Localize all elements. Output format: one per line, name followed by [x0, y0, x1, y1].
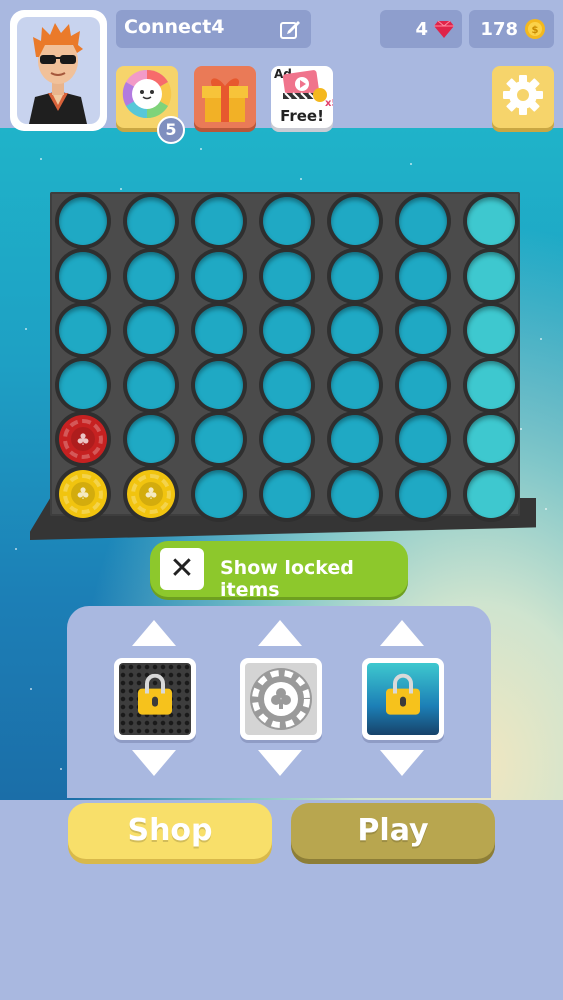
- board-slot[interactable]: [399, 415, 447, 463]
- player-name-box[interactable]: Connect4: [116, 10, 311, 48]
- star: [40, 158, 42, 160]
- show-locked-items-label: Show locked items: [220, 557, 354, 601]
- gems-counter[interactable]: 4: [380, 10, 462, 48]
- board-slot[interactable]: [263, 469, 311, 518]
- gift-button[interactable]: [194, 66, 256, 128]
- board-slot[interactable]: [331, 306, 379, 354]
- star: [410, 163, 412, 165]
- board-slot[interactable]: [467, 360, 515, 409]
- board-slot[interactable]: [399, 251, 447, 300]
- coin-icon: $: [525, 19, 545, 39]
- gear-icon: [503, 75, 543, 115]
- player-avatar[interactable]: [10, 10, 107, 131]
- board-slot[interactable]: [331, 360, 379, 409]
- club-icon: ♣: [139, 481, 163, 506]
- star: [60, 768, 62, 770]
- coins-count: 178: [480, 18, 518, 40]
- background-style-slot[interactable]: [362, 658, 444, 740]
- customization-panel: [67, 606, 491, 798]
- ad-free-label: Free!: [280, 107, 324, 125]
- board-slot[interactable]: [331, 197, 379, 245]
- board-slot[interactable]: [127, 360, 175, 409]
- board-slot[interactable]: [331, 415, 379, 463]
- board-slot[interactable]: [127, 415, 175, 463]
- board-slot[interactable]: [127, 306, 175, 354]
- board-slot[interactable]: [399, 306, 447, 354]
- coins-counter[interactable]: 178 $: [469, 10, 554, 48]
- player-name: Connect4: [124, 16, 225, 38]
- star: [200, 148, 202, 150]
- show-locked-items-toggle[interactable]: ✕ Show locked items: [150, 541, 408, 601]
- svg-text:$: $: [532, 25, 539, 36]
- board-slot[interactable]: [127, 197, 175, 245]
- board-slot[interactable]: [331, 469, 379, 518]
- close-icon: ✕: [160, 548, 204, 590]
- arrow-down-icon[interactable]: [258, 750, 302, 776]
- star: [545, 508, 547, 510]
- board-slot[interactable]: [127, 251, 175, 300]
- board-slot[interactable]: [195, 197, 243, 245]
- board-style-slot[interactable]: [114, 658, 196, 740]
- gift-icon: [202, 78, 248, 122]
- board-slot[interactable]: [467, 306, 515, 354]
- club-icon: ♣: [71, 481, 95, 506]
- board-slot[interactable]: [59, 360, 107, 409]
- shop-button[interactable]: Shop: [68, 803, 272, 859]
- arrow-down-icon[interactable]: [132, 750, 176, 776]
- avatar-image: [17, 17, 100, 124]
- board-slot[interactable]: [263, 360, 311, 409]
- board-slot[interactable]: [59, 306, 107, 354]
- red-chip: ♣: [59, 415, 107, 463]
- arrow-up-icon[interactable]: [258, 620, 302, 646]
- board-slot[interactable]: [331, 251, 379, 300]
- free-ad-reward-button[interactable]: Ad x5 Free!: [271, 66, 333, 128]
- star: [520, 428, 522, 430]
- star: [300, 178, 302, 180]
- board-slot[interactable]: [467, 197, 515, 245]
- board-slot[interactable]: [263, 415, 311, 463]
- board-slot[interactable]: [467, 251, 515, 300]
- chip-preview: [250, 668, 312, 730]
- lock-icon: [386, 673, 420, 715]
- star: [15, 548, 17, 550]
- board-slot[interactable]: [195, 306, 243, 354]
- gem-icon: [434, 20, 454, 38]
- board-slot[interactable]: [263, 197, 311, 245]
- yellow-chip: ♣: [59, 469, 107, 518]
- lock-icon: [138, 673, 172, 715]
- board-slot[interactable]: [399, 469, 447, 518]
- board-slot[interactable]: [399, 197, 447, 245]
- board-slot[interactable]: [263, 306, 311, 354]
- star: [30, 688, 32, 690]
- arrow-up-icon[interactable]: [380, 620, 424, 646]
- settings-button[interactable]: [492, 66, 554, 128]
- board-slot[interactable]: [195, 360, 243, 409]
- board-slot[interactable]: [59, 251, 107, 300]
- board-slot[interactable]: [195, 469, 243, 518]
- wheel-spins-badge: 5: [157, 116, 185, 144]
- play-button[interactable]: Play: [291, 803, 495, 859]
- arrow-down-icon[interactable]: [380, 750, 424, 776]
- board-slot[interactable]: [467, 415, 515, 463]
- board-slot[interactable]: [59, 197, 107, 245]
- board-slot[interactable]: [195, 251, 243, 300]
- yellow-chip: ♣: [127, 469, 175, 518]
- board-slot[interactable]: [467, 469, 515, 518]
- board-slot[interactable]: [399, 360, 447, 409]
- club-icon: ♣: [71, 427, 95, 451]
- edit-icon[interactable]: [279, 18, 301, 40]
- chip-style-slot[interactable]: [240, 658, 322, 740]
- connect4-board[interactable]: ♣ ♣ ♣: [50, 192, 520, 518]
- arrow-up-icon[interactable]: [132, 620, 176, 646]
- star: [25, 328, 27, 330]
- board-slot[interactable]: [195, 415, 243, 463]
- gems-count: 4: [415, 18, 428, 40]
- star: [540, 338, 542, 340]
- star: [120, 188, 122, 190]
- board-slot[interactable]: [263, 251, 311, 300]
